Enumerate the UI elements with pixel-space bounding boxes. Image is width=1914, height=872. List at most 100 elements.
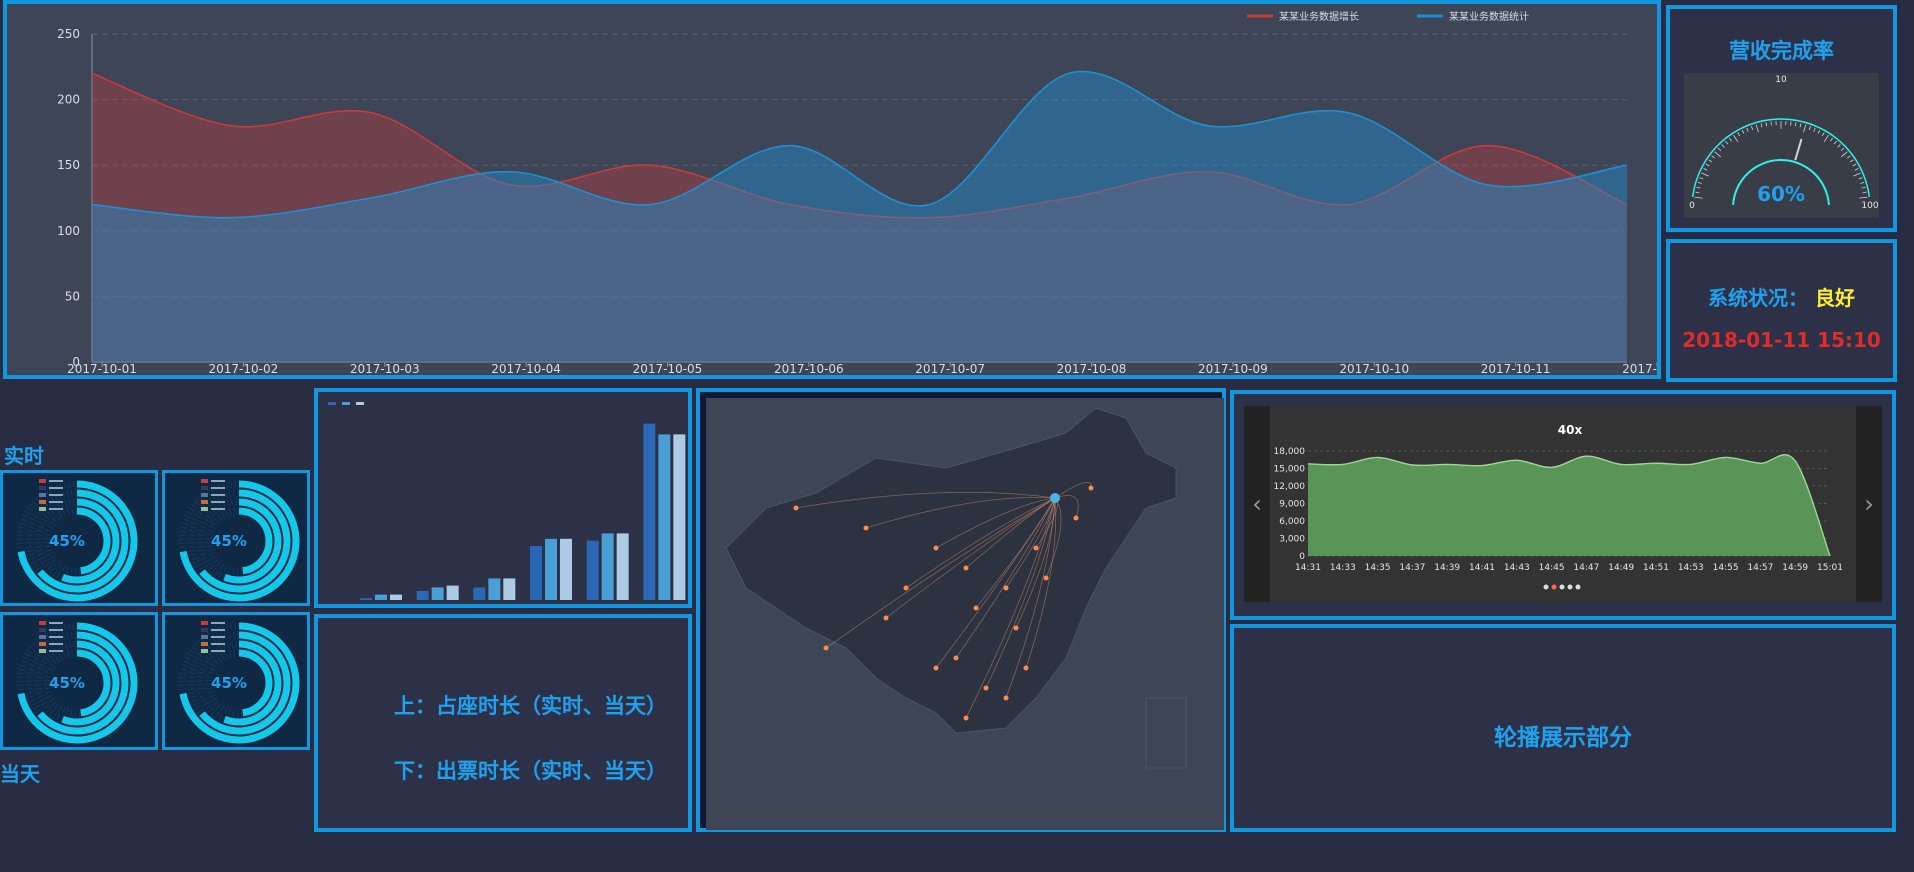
gauge-end-label: 100 [1861,201,1878,211]
ring-legend-swatch [39,507,46,511]
ring-legend-text [211,629,225,631]
gauge-tick [1765,122,1768,127]
bar [530,546,542,600]
chevron-left-icon: ‹ [1252,490,1262,518]
legend-label: 某某业务数据增长 [1279,10,1359,23]
gauge-tick [1862,191,1867,194]
x-tick-label: 14:41 [1469,563,1495,573]
chart-title: 40x [1558,423,1583,437]
city-dot [1088,485,1094,491]
ring-legend-swatch [201,500,208,504]
city-dot [793,505,799,511]
ring-legend-swatch [201,642,208,646]
system-status-panel: 系统状况： 良好 2018-01-11 15:10 [1666,239,1897,382]
map-landmass [725,407,1177,734]
revenue-gauge-panel: 营收完成率 10 0 100 60% [1666,5,1897,232]
y-tick-label: 0 [1299,552,1305,562]
carousel-next-button[interactable]: › [1856,406,1882,602]
ring-value-label: 45% [211,674,247,692]
x-tick-label: 14:43 [1504,563,1530,573]
gauge-tick [1695,191,1700,194]
x-tick-label: 2017-10-02 [208,362,278,375]
bar [390,594,402,600]
city-dot [1013,625,1019,631]
realtime-label: 实时 [4,444,44,468]
today-label: 当天 [0,762,40,786]
x-tick-label: 2017-10-09 [1198,362,1268,375]
bar [643,423,656,600]
trend-area-chart: 2502001501005002017-10-01 2017-10-02 2017-… [57,10,1657,375]
legend-swatch [342,402,350,405]
bar [658,434,671,600]
bar [360,598,372,600]
city-dot [953,655,959,661]
gauge-tick [1799,123,1802,128]
city-dot [1033,545,1039,551]
gauge-tick [1699,177,1704,180]
ring-legend-text [211,487,225,489]
gauge-tick [1705,163,1710,167]
info-line-1: 上：占座时长（实时、当天） [394,694,667,718]
city-dot [933,545,939,551]
gauge-min-label: 0 [1689,201,1695,211]
x-tick-label: 15:01 [1817,563,1843,573]
gauge-max-label: 10 [1775,75,1787,85]
city-dot [1043,575,1049,581]
ring-legend-text [49,643,63,645]
carousel-dot [1543,584,1549,590]
city-dot [1073,515,1079,521]
ring-legend-swatch [39,649,46,653]
gauge-tick [1860,181,1865,184]
legend-swatch [356,402,364,405]
carousel-dot [1559,584,1565,590]
gauge-tick [1853,172,1861,177]
bar [601,533,614,600]
x-tick-label: 14:53 [1678,563,1704,573]
gauge-tick [1725,140,1729,145]
carousel-prev-button[interactable]: ‹ [1244,406,1270,602]
city-dot [983,685,989,691]
gauge-tick [1829,137,1833,142]
x-tick-label: 2017-10-07 [915,362,985,375]
gauge-tick [1852,163,1857,167]
ring-card-realtime-1: 45% [0,470,158,606]
info-text-panel: 上：占座时长（实时、当天） 下：出票时长（实时、当天） [314,614,692,832]
ring-chart: 45% [16,621,138,744]
ring-legend-text [49,508,63,510]
gauge-tick [1755,124,1759,133]
x-tick-label: 14:49 [1608,563,1634,573]
y-tick-label: 18,000 [1274,447,1306,457]
city-dot [963,715,969,721]
x-tick-label: 14:39 [1434,563,1460,573]
gauge-tick [1840,147,1845,152]
traffic-area-chart: 40x18,00015,00012,0009,0006,0003,000014:… [1274,423,1843,590]
gauge-tick [1697,181,1702,184]
status-value: 良好 [1814,286,1855,310]
info-line-2: 下：出票时长（实时、当天） [394,759,667,783]
trend-chart-panel: 250 200 150 100 50 0 2017-10-01 2017-10-02 2017-… [3,0,1661,379]
bar [446,585,459,600]
ring-legend-swatch [39,500,46,504]
gauge-tick [1821,132,1825,137]
gauge-tick [1817,129,1821,134]
ring-legend-text [49,501,63,503]
ring-legend-swatch [201,486,208,490]
gauge-tick [1808,126,1811,131]
ring-legend-text [211,494,225,496]
china-route-map[interactable] [706,398,1224,830]
carousel-dot [1575,584,1581,590]
ring-legend-text [49,480,63,482]
map-inset [1145,697,1187,769]
ring-chart: 45% [16,479,138,602]
ring-legend-text [211,636,225,638]
ring-card-today-1: 45% [0,612,158,750]
ring-legend-text [49,629,63,631]
bar [375,594,387,600]
ring-legend-swatch [201,628,208,632]
city-dot [963,565,969,571]
ring-legend-text [49,622,63,624]
x-tick-label: 2017-10-10 [1339,362,1409,375]
ring-legend-swatch [39,635,46,639]
gauge-tick [1741,129,1745,134]
bar [431,587,444,600]
